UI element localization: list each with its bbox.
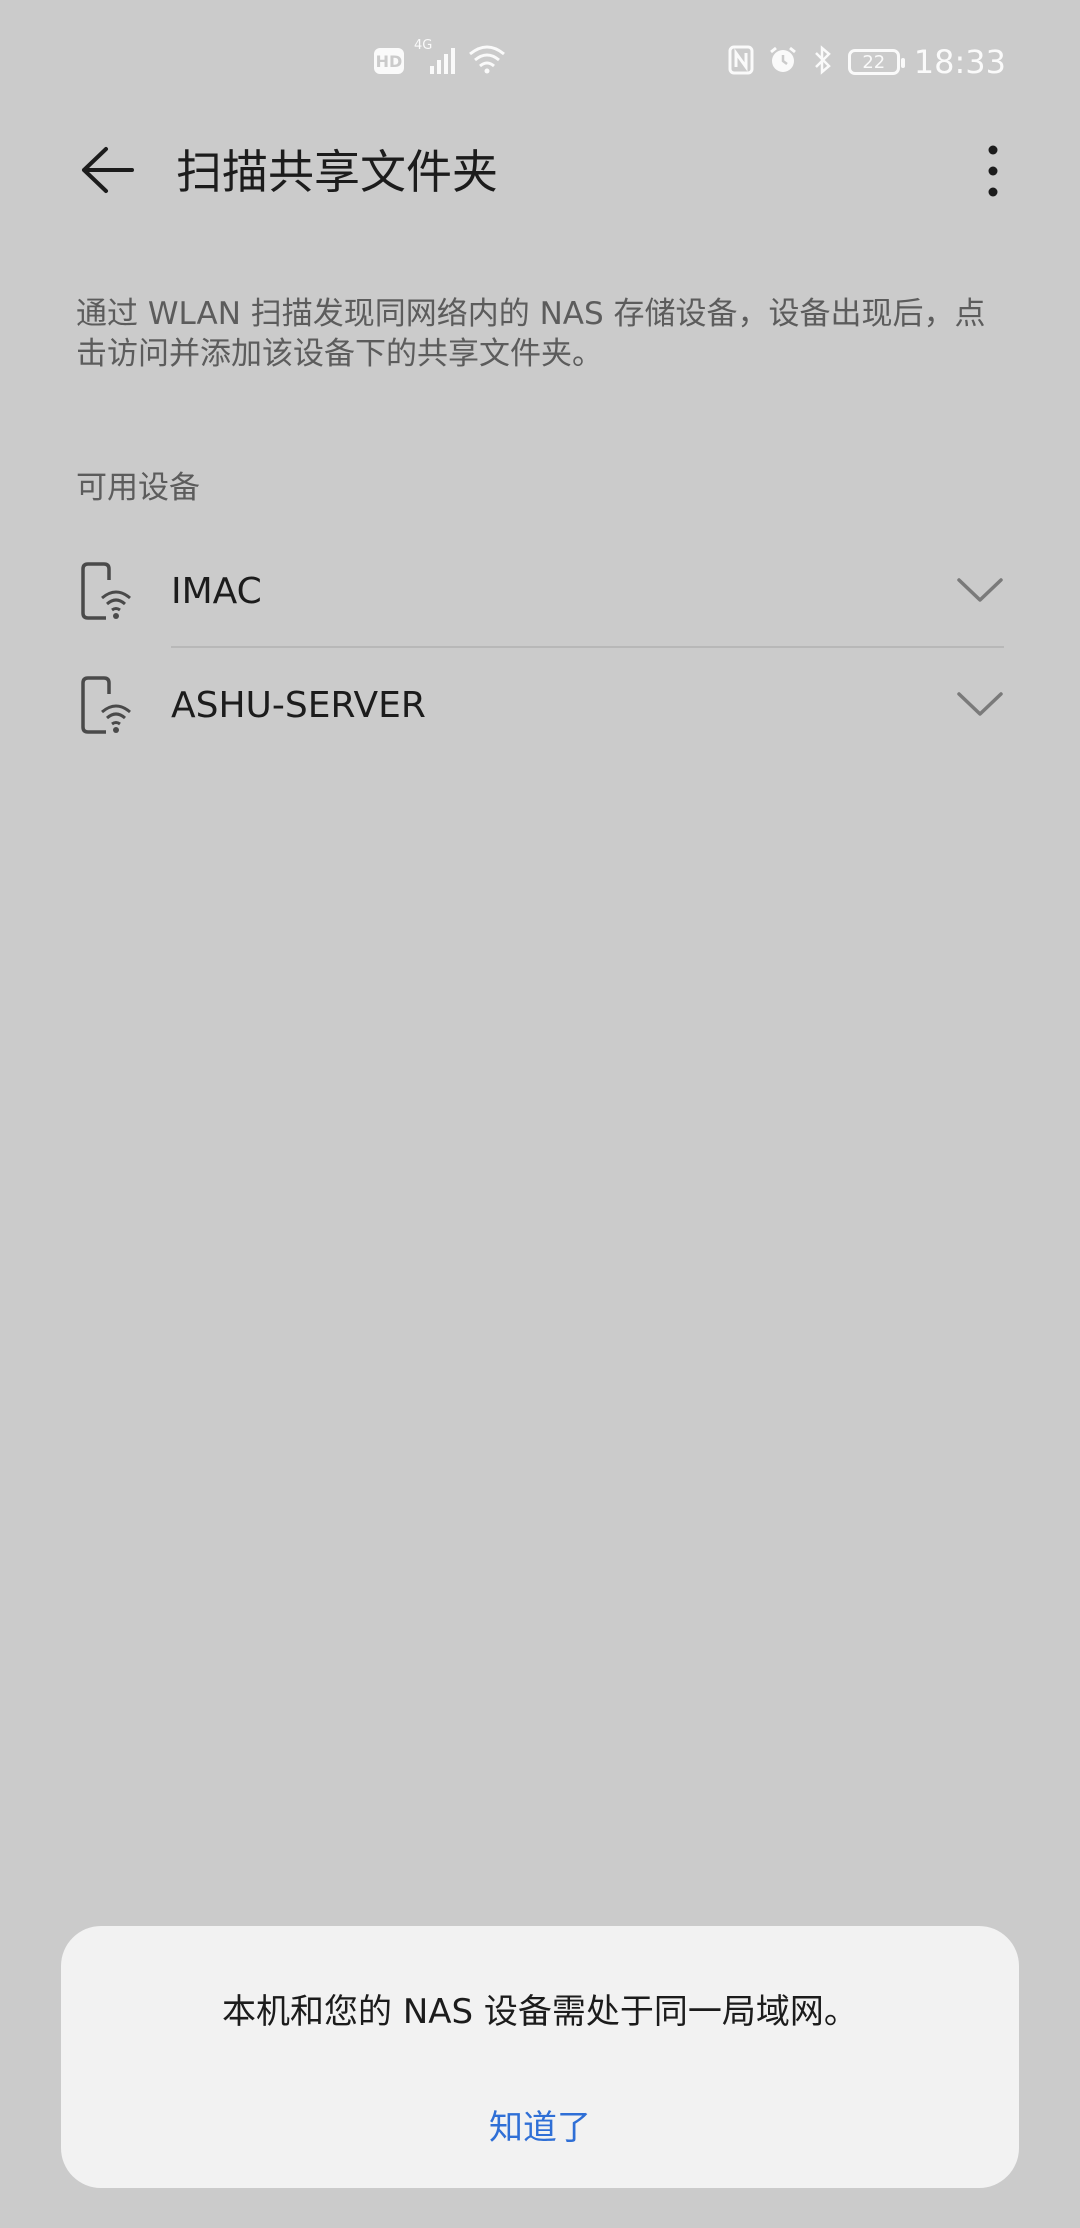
chevron-down-icon[interactable] bbox=[956, 570, 1004, 610]
device-name: IMAC bbox=[171, 571, 262, 612]
device-name: ASHU-SERVER bbox=[171, 685, 426, 726]
alarm-icon bbox=[768, 45, 798, 79]
cellular-signal-icon: 4G bbox=[414, 38, 456, 76]
back-arrow-icon bbox=[80, 145, 136, 199]
hd-label: HD bbox=[375, 51, 403, 71]
phone-wifi-icon bbox=[80, 562, 132, 622]
status-bar: HD 4G 22 18:33 bbox=[0, 0, 1080, 124]
app-bar: 扫描共享文件夹 bbox=[0, 124, 1080, 220]
device-list: IMAC ASHU-SERVER bbox=[0, 534, 1080, 762]
device-row-ashu-server[interactable]: ASHU-SERVER bbox=[0, 648, 1080, 762]
got-it-button[interactable]: 知道了 bbox=[440, 2094, 640, 2154]
page-title: 扫描共享文件夹 bbox=[176, 145, 498, 199]
chevron-down-icon[interactable] bbox=[956, 684, 1004, 724]
more-vert-icon bbox=[986, 144, 1000, 202]
dialog-message: 本机和您的 NAS 设备需处于同一局域网。 bbox=[222, 1992, 858, 2032]
back-button[interactable] bbox=[70, 142, 146, 202]
battery-level: 22 bbox=[862, 51, 886, 73]
status-left-icons: HD 4G bbox=[374, 38, 506, 78]
wifi-icon bbox=[468, 44, 506, 78]
bluetooth-icon bbox=[812, 45, 834, 79]
more-options-button[interactable] bbox=[958, 138, 1028, 208]
info-dialog: 本机和您的 NAS 设备需处于同一局域网。 知道了 bbox=[61, 1926, 1019, 2188]
section-header-available-devices: 可用设备 bbox=[76, 470, 200, 506]
nfc-icon bbox=[728, 45, 754, 79]
network-type-label: 4G bbox=[414, 38, 433, 53]
status-time: 18:33 bbox=[913, 43, 1006, 81]
battery-icon: 22 bbox=[847, 49, 905, 75]
device-row-imac[interactable]: IMAC bbox=[0, 534, 1080, 648]
description-text: 通过 WLAN 扫描发现同网络内的 NAS 存储设备，设备出现后，点击访问并添加… bbox=[76, 296, 986, 372]
hd-icon: HD bbox=[374, 48, 404, 74]
status-right-icons: 22 18:33 bbox=[728, 44, 1006, 80]
phone-wifi-icon bbox=[80, 676, 132, 736]
